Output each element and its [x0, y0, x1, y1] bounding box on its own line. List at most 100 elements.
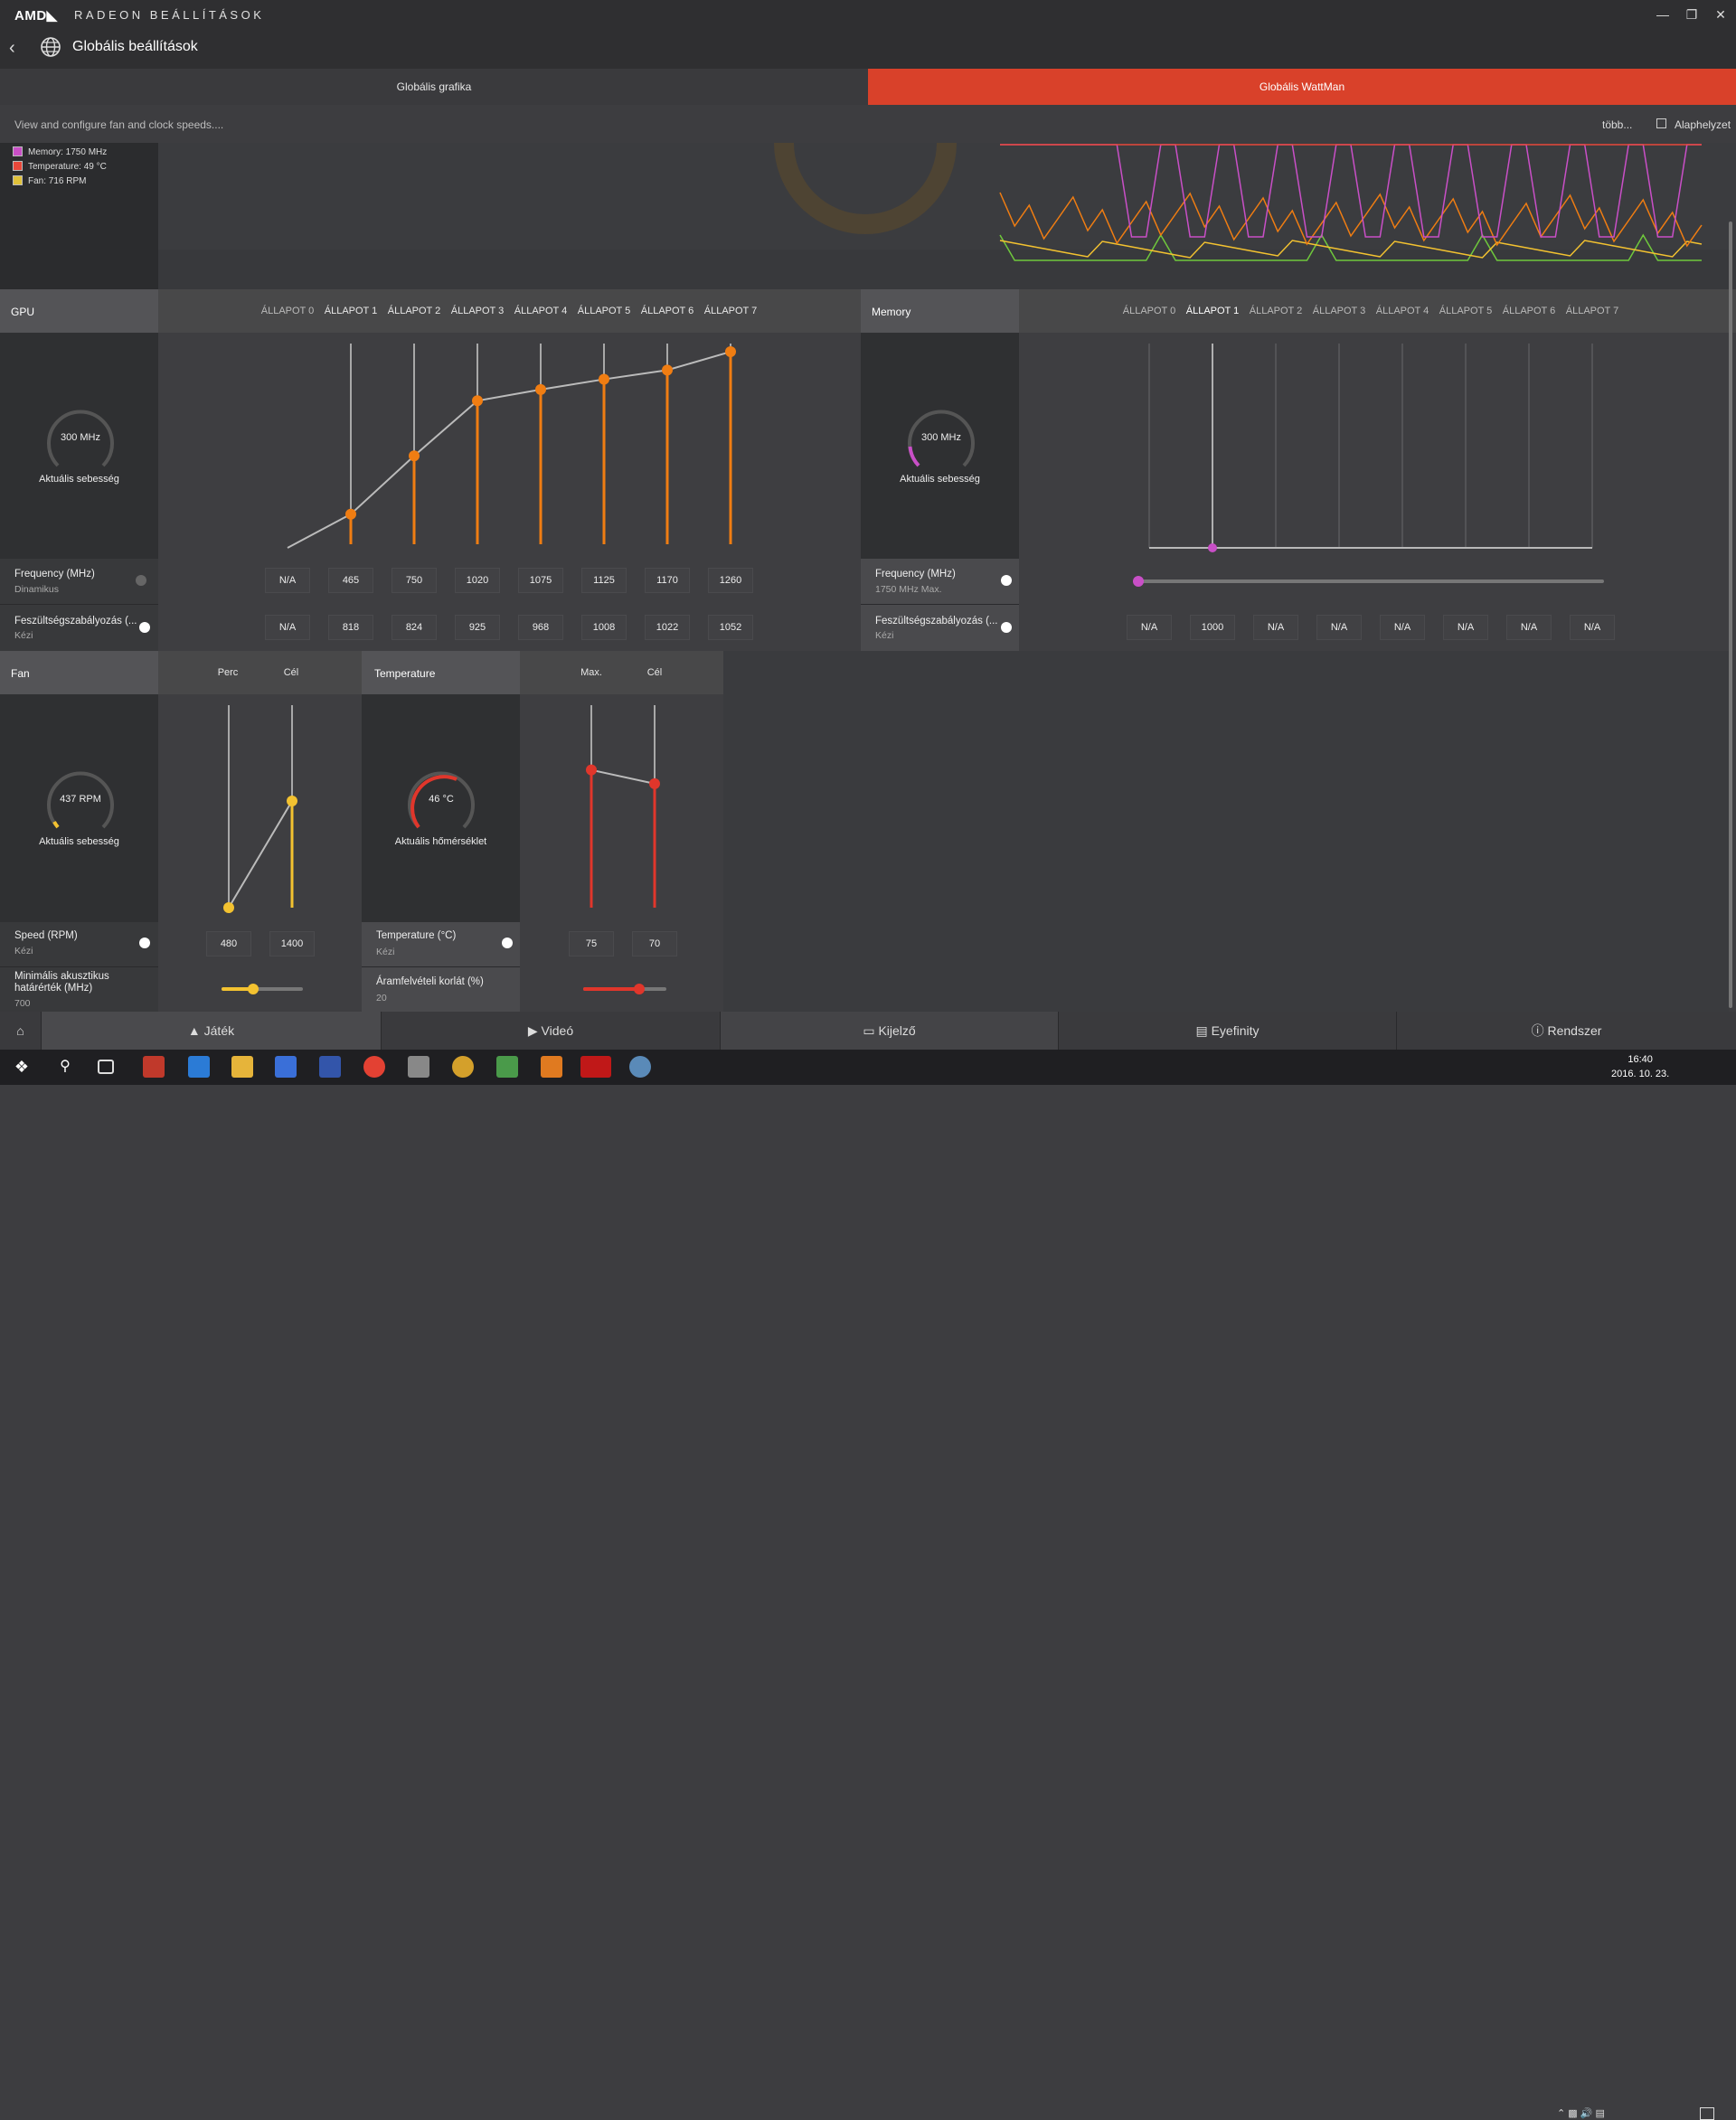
- memory-voltage-input-6[interactable]: N/A: [1506, 615, 1552, 640]
- memory-frequency-toggle[interactable]: [1001, 575, 1012, 586]
- file-explorer-icon[interactable]: [231, 1056, 253, 1078]
- legend-label: Temperature: 49 °C: [28, 162, 107, 172]
- nav-video[interactable]: ▶ Videó: [382, 1012, 721, 1050]
- nav-eyefinity[interactable]: ▤ Eyefinity: [1059, 1012, 1397, 1050]
- gpu-frequency-input-0[interactable]: N/A: [265, 568, 310, 593]
- notification-icon[interactable]: [1700, 2107, 1714, 2120]
- save-icon[interactable]: [319, 1056, 341, 1078]
- memory-voltage-input-7[interactable]: N/A: [1570, 615, 1615, 640]
- search-icon[interactable]: ⚲: [54, 1056, 76, 1078]
- gpu-frequency-toggle[interactable]: [136, 575, 146, 586]
- temperature-toggle[interactable]: [502, 938, 513, 948]
- gpu-state-point[interactable]: [345, 508, 356, 520]
- temperature-max-point[interactable]: [586, 764, 597, 776]
- minimize-icon[interactable]: —: [1647, 5, 1678, 24]
- close-icon[interactable]: ✕: [1705, 5, 1736, 24]
- task-view-icon[interactable]: [98, 1060, 114, 1074]
- temperature-curve-line: [590, 768, 656, 785]
- legend-item-temperature[interactable]: Temperature: 49 °C: [13, 161, 107, 172]
- store-icon[interactable]: [275, 1056, 297, 1078]
- tab-global-graphics[interactable]: Globális grafika: [0, 69, 868, 105]
- temperature-gauge-value: 46 °C: [429, 794, 454, 805]
- windows-start-icon[interactable]: ❖: [11, 1056, 33, 1078]
- gpu-state-header-7: ÁLLAPOT 7: [703, 306, 758, 316]
- gpu-frequency-input-7[interactable]: 1260: [708, 568, 753, 593]
- nav-system[interactable]: ⓘ Rendszer: [1397, 1012, 1736, 1050]
- memory-voltage-input-4[interactable]: N/A: [1380, 615, 1425, 640]
- gpu-voltage-toggle[interactable]: [139, 622, 150, 633]
- memory-gauge-label: Aktuális sebesség: [900, 474, 980, 485]
- more-link[interactable]: több...: [1602, 118, 1632, 131]
- temperature-max-input[interactable]: 75: [569, 931, 614, 956]
- home-icon[interactable]: ⌂: [0, 1012, 42, 1050]
- gpu-voltage-input-7[interactable]: 1052: [708, 615, 753, 640]
- radeon-settings-icon[interactable]: [580, 1056, 611, 1078]
- edge-icon[interactable]: [188, 1056, 210, 1078]
- gpu-voltage-input-4[interactable]: 968: [518, 615, 563, 640]
- memory-voltage-input-0[interactable]: N/A: [1127, 615, 1172, 640]
- scrollbar[interactable]: [1729, 221, 1732, 1008]
- ccleaner-icon[interactable]: [143, 1056, 165, 1078]
- legend-label: Fan: 716 RPM: [28, 176, 87, 186]
- nav-display[interactable]: ▭ Kijelző: [721, 1012, 1059, 1050]
- reset-button[interactable]: Alaphelyzet: [1675, 118, 1731, 131]
- gpu-voltage-input-2[interactable]: 824: [392, 615, 437, 640]
- tray-icons[interactable]: ⌃ ▩ 🔊 ▤: [1557, 2107, 1605, 2119]
- gpu-state-point[interactable]: [535, 383, 546, 395]
- acoustic-limit-slider-thumb[interactable]: [248, 984, 259, 994]
- temperature-target-point[interactable]: [649, 777, 660, 789]
- legend-item-memory[interactable]: Memory: 1750 MHz: [13, 146, 107, 157]
- chrome-icon[interactable]: [363, 1056, 385, 1078]
- gpu-state-chart[interactable]: [158, 333, 861, 559]
- memory-voltage-label: Feszültségszabályozás (...: [875, 616, 998, 627]
- nav-gaming[interactable]: ▲ Játék: [42, 1012, 382, 1050]
- tab-global-wattman[interactable]: Globális WattMan: [868, 69, 1736, 105]
- gpu-frequency-input-1[interactable]: 465: [328, 568, 373, 593]
- memory-voltage-input-1[interactable]: 1000: [1190, 615, 1235, 640]
- taskbar-clock[interactable]: 16:40 2016. 10. 23.: [1611, 1052, 1669, 1081]
- gpu-frequency-input-4[interactable]: 1075: [518, 568, 563, 593]
- gpu-voltage-input-1[interactable]: 818: [328, 615, 373, 640]
- fan-target-point[interactable]: [287, 795, 297, 806]
- memory-frequency-slider-thumb[interactable]: [1133, 576, 1144, 587]
- gpu-voltage-input-3[interactable]: 925: [455, 615, 500, 640]
- memory-voltage-input-5[interactable]: N/A: [1443, 615, 1488, 640]
- memory-state-chart[interactable]: [1019, 333, 1736, 559]
- gpu-frequency-input-6[interactable]: 1170: [645, 568, 690, 593]
- fan-speed-toggle[interactable]: [139, 938, 150, 948]
- power-limit-slider-thumb[interactable]: [634, 984, 645, 994]
- fan-curve-chart[interactable]: [158, 694, 362, 922]
- memory-voltage-input-2[interactable]: N/A: [1253, 615, 1298, 640]
- gpu-frequency-input-2[interactable]: 750: [392, 568, 437, 593]
- temperature-target-input[interactable]: 70: [632, 931, 677, 956]
- media-icon[interactable]: [452, 1056, 474, 1078]
- gpu-state-point[interactable]: [599, 373, 609, 385]
- legend-item-fan[interactable]: Fan: 716 RPM: [13, 175, 86, 186]
- temperature-curve-chart[interactable]: [520, 694, 723, 922]
- power-limit-slider-fill: [583, 987, 639, 991]
- app-icon[interactable]: [408, 1056, 429, 1078]
- restore-icon[interactable]: ❐: [1676, 5, 1707, 24]
- paint-icon[interactable]: [629, 1056, 651, 1078]
- fan-target-input[interactable]: 1400: [269, 931, 315, 956]
- memory-state-point[interactable]: [1208, 543, 1217, 552]
- gpu-state-point[interactable]: [409, 450, 420, 462]
- memory-voltage-mode: Kézi: [875, 630, 894, 641]
- gpu-state-point[interactable]: [725, 346, 736, 358]
- gpu-voltage-input-5[interactable]: 1008: [581, 615, 627, 640]
- back-arrow-icon[interactable]: ‹: [9, 38, 15, 59]
- gpu-monitor-icon[interactable]: [496, 1056, 518, 1078]
- memory-frequency-slider[interactable]: [1133, 579, 1604, 583]
- memory-voltage-input-3[interactable]: N/A: [1316, 615, 1362, 640]
- fan-min-input[interactable]: 480: [206, 931, 251, 956]
- gpu-voltage-input-0[interactable]: N/A: [265, 615, 310, 640]
- fan-min-point[interactable]: [223, 902, 234, 914]
- reset-icon[interactable]: [1656, 118, 1666, 128]
- gpu-state-point[interactable]: [662, 364, 673, 376]
- gpu-frequency-input-3[interactable]: 1020: [455, 568, 500, 593]
- gpu-frequency-input-5[interactable]: 1125: [581, 568, 627, 593]
- gpu-state-point[interactable]: [472, 395, 483, 407]
- benchmark-icon[interactable]: [541, 1056, 562, 1078]
- gpu-voltage-input-6[interactable]: 1022: [645, 615, 690, 640]
- memory-voltage-toggle[interactable]: [1001, 622, 1012, 633]
